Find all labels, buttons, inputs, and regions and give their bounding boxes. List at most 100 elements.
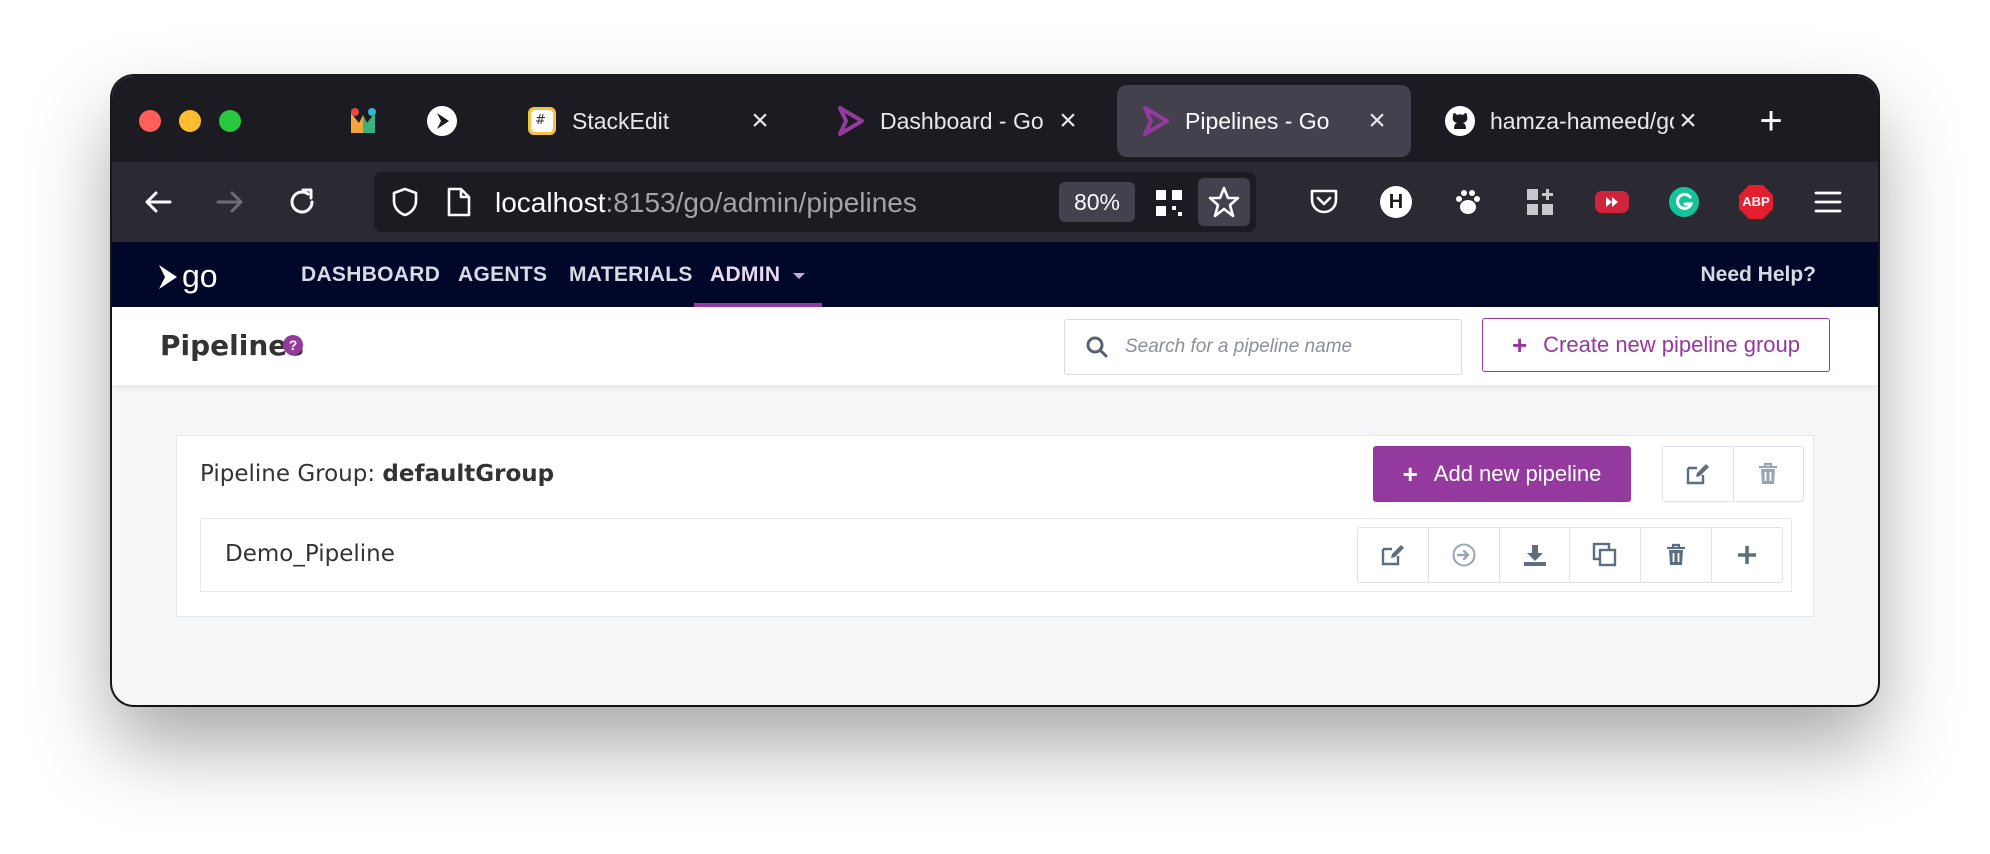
page-header: Pipelines ? + Create new pipeline group [112,307,1878,385]
group-prefix: Pipeline Group: [200,461,376,487]
create-pipeline-group-label: Create new pipeline group [1543,332,1801,357]
nav-dashboard[interactable]: DASHBOARD [301,242,440,307]
star-icon [1208,186,1240,218]
forward-button[interactable] [210,182,250,222]
tab-label: hamza-hameed/go [1490,107,1674,134]
pipeline-name[interactable]: Demo_Pipeline [225,541,395,567]
create-pipeline-group-button[interactable]: + Create new pipeline group [1482,318,1830,372]
menu-icon [1814,191,1842,213]
nav-agents[interactable]: AGENTS [458,242,547,307]
apps-icon [1527,189,1553,215]
close-icon[interactable]: × [746,106,774,136]
gocd-logo[interactable]: go [156,258,218,295]
adblock-extension-button[interactable]: ABP [1736,182,1776,222]
group-name: defaultGroup [382,461,555,487]
paw-icon [1456,190,1480,214]
plus-icon: + [1511,329,1528,360]
url-host: localhost [495,187,606,218]
tab-github[interactable]: hamza-hameed/go × [1422,85,1722,157]
back-button[interactable] [138,182,178,222]
close-icon[interactable]: × [1674,106,1702,136]
maximize-window-button[interactable] [219,110,241,132]
reload-icon [290,188,314,214]
need-help-link[interactable]: Need Help? [1700,242,1816,307]
url-path: :8153/go/admin/pipelines [605,187,917,218]
copy-icon [1593,542,1617,567]
trash-icon [1667,543,1686,565]
back-arrow-icon [145,191,172,213]
bookmark-button[interactable] [1198,178,1250,226]
tab-stackedit[interactable]: # StackEdit × [504,85,794,157]
close-icon[interactable]: × [1054,106,1082,136]
nav-admin[interactable]: ADMIN [710,242,806,307]
add-pipeline-label: Add new pipeline [1433,461,1602,486]
grammarly-icon [1669,187,1699,217]
search-input[interactable] [1125,320,1445,374]
edit-icon [1686,464,1709,485]
navigation-bar: localhost:8153/go/admin/pipelines 80% H … [112,162,1878,242]
download-icon [1523,545,1546,566]
pinned-tab-app[interactable] [346,104,380,138]
youtube-icon [1595,191,1629,213]
logo-text: go [182,258,218,294]
pipeline-group-title: Pipeline Group: defaultGroup [200,461,554,487]
clone-pipeline-button[interactable] [1570,528,1642,582]
pocket-button[interactable] [1304,182,1344,222]
gocd-tab-icon [834,105,866,137]
github-icon [1444,105,1476,137]
close-window-button[interactable] [139,110,161,132]
pinned-tab-gocd[interactable] [425,104,459,138]
shield-icon [392,187,418,217]
pipeline-actions [1357,527,1783,583]
tab-label: StackEdit [572,107,670,134]
url-text: localhost:8153/go/admin/pipelines [495,187,917,219]
pipeline-group: Pipeline Group: defaultGroup + Add new p… [176,435,1814,617]
download-pipeline-button[interactable] [1500,528,1571,582]
caret-down-icon [793,273,806,279]
youtube-extension-button[interactable] [1592,182,1632,222]
delete-group-button[interactable] [1734,447,1804,501]
delete-pipeline-button[interactable] [1641,528,1713,582]
tab-pipelines[interactable]: Pipelines - Go × [1117,85,1411,157]
more-pipeline-button[interactable] [1712,528,1782,582]
reload-button[interactable] [282,182,322,222]
help-icon[interactable]: ? [283,335,303,355]
tab-label: Dashboard - Go [880,107,1044,134]
move-pipeline-button[interactable] [1429,528,1500,582]
close-icon[interactable]: × [1363,106,1391,136]
plus-icon [1738,546,1757,564]
menu-button[interactable] [1808,182,1848,222]
adblock-icon: ABP [1739,185,1773,219]
forward-arrow-icon [216,191,243,213]
new-tab-button[interactable]: + [1754,101,1788,141]
svg-text:#: # [535,113,546,128]
edit-icon [1381,545,1404,566]
zoom-level[interactable]: 80% [1059,182,1135,222]
arrow-circle-right-icon [1452,543,1476,567]
plus-icon: + [1402,458,1418,489]
edit-pipeline-button[interactable] [1358,528,1429,582]
qr-code-icon [1156,190,1182,216]
minimize-window-button[interactable] [179,110,201,132]
group-actions [1662,446,1804,502]
pipeline-search[interactable] [1064,319,1462,375]
add-pipeline-button[interactable]: + Add new pipeline [1373,446,1631,502]
h-extension-button[interactable]: H [1376,182,1416,222]
gocd-logo-icon [159,264,177,289]
search-icon [1086,336,1108,358]
multicolor-app-icon [351,108,376,133]
edit-group-button[interactable] [1663,447,1734,501]
pipeline-row: Demo_Pipeline [200,518,1792,592]
tab-label: Pipelines - Go [1185,107,1330,134]
gocd-header: go DASHBOARD AGENTS MATERIALS ADMIN Need… [112,242,1878,307]
address-bar[interactable]: localhost:8153/go/admin/pipelines 80% [374,172,1256,232]
paw-extension-button[interactable] [1448,182,1488,222]
grammarly-extension-button[interactable] [1664,182,1704,222]
tab-dashboard[interactable]: Dashboard - Go × [812,85,1102,157]
apps-extension-button[interactable] [1520,182,1560,222]
nav-admin-label: ADMIN [710,263,781,286]
gocd-tab-icon [1139,105,1171,137]
nav-materials[interactable]: MATERIALS [569,242,693,307]
tab-bar: # StackEdit × Dashboard - Go × Pipelines… [112,76,1878,162]
browser-window: # StackEdit × Dashboard - Go × Pipelines… [112,76,1878,705]
